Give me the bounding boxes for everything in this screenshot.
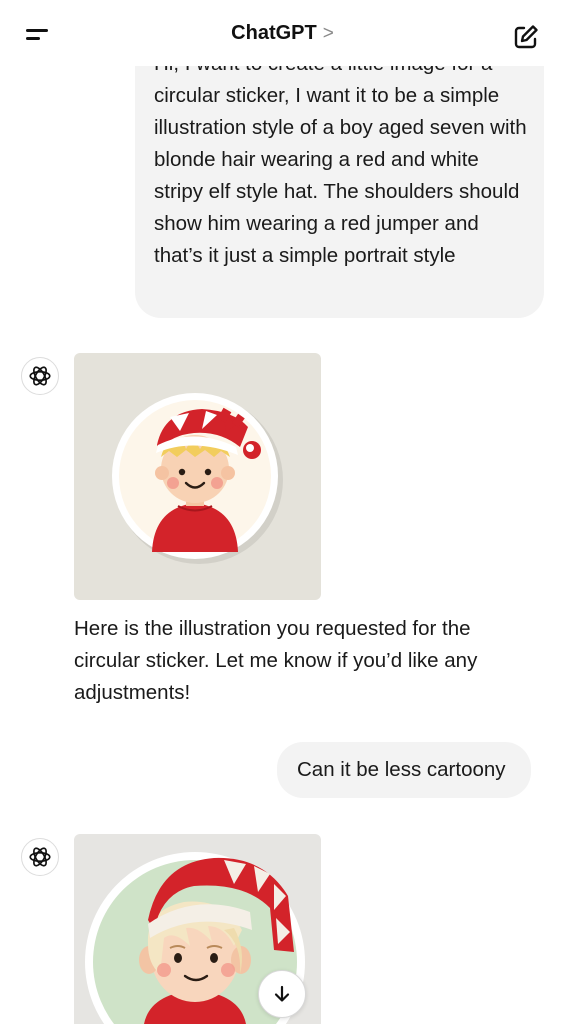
scroll-down-button[interactable] xyxy=(258,970,306,1018)
user-message: Can it be less cartoony xyxy=(277,742,531,798)
openai-logo-icon xyxy=(29,847,51,867)
user-message-text: Hi, I want to create a little image for … xyxy=(154,52,527,267)
model-selector[interactable]: ChatGPT > xyxy=(0,22,565,45)
chevron-right-icon: > xyxy=(322,23,334,44)
openai-logo-icon xyxy=(29,366,51,386)
assistant-avatar xyxy=(21,357,59,395)
app-title: ChatGPT xyxy=(231,22,317,44)
assistant-message-text: Here is the illustration you requested f… xyxy=(74,617,478,704)
assistant-avatar xyxy=(21,838,59,876)
generated-image[interactable] xyxy=(74,353,321,600)
user-message: Hi, I want to create a little image for … xyxy=(135,38,544,318)
new-chat-button[interactable] xyxy=(509,20,543,54)
edit-icon xyxy=(514,25,538,49)
arrow-down-icon xyxy=(274,985,290,1002)
top-bar: ChatGPT > xyxy=(0,0,565,66)
user-message-text: Can it be less cartoony xyxy=(297,758,506,781)
